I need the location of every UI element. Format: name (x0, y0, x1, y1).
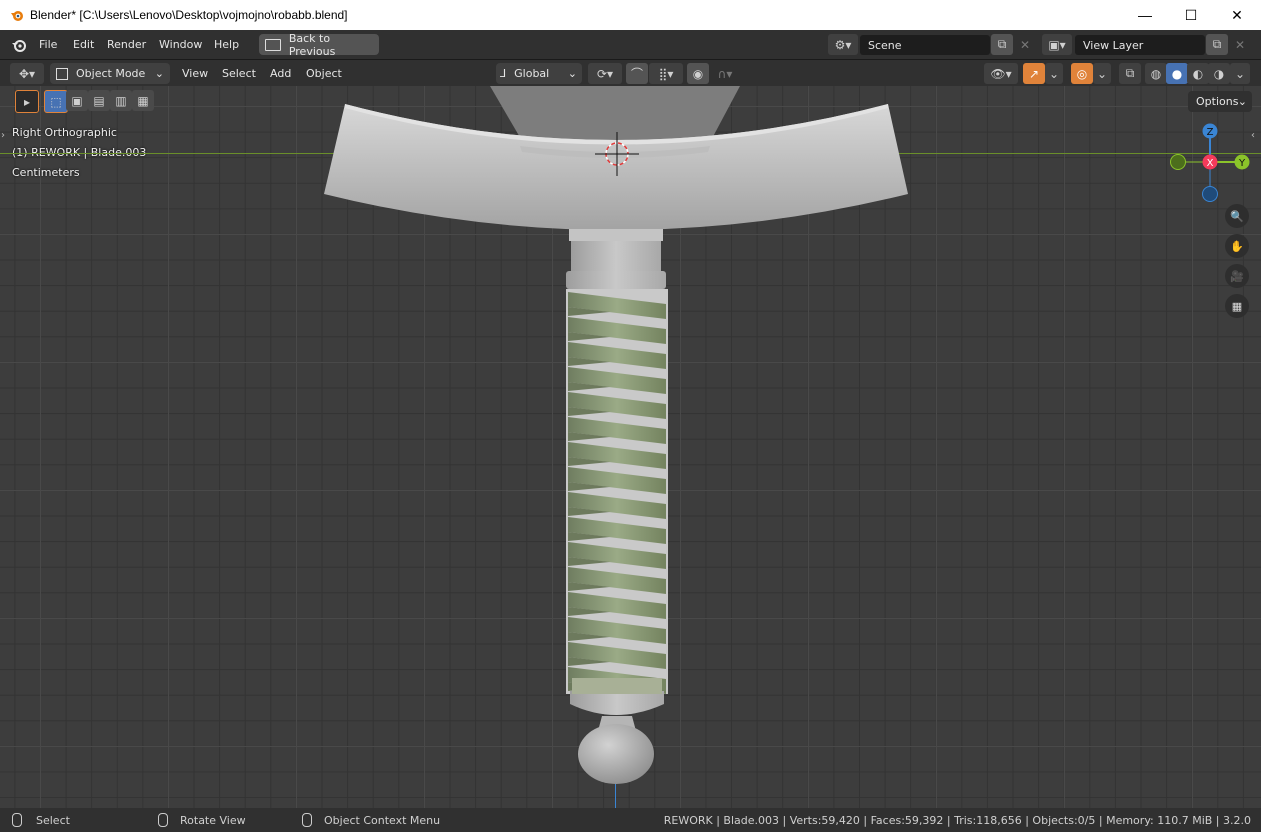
scene-selector-icon[interactable]: ⚙▾ (828, 34, 858, 55)
menu-object[interactable]: Object (306, 67, 342, 80)
overlay-dropdown-icon[interactable]: ⌄ (1093, 63, 1111, 84)
orientation-label: Global (514, 67, 550, 80)
object-mode-icon (56, 67, 68, 80)
blender-logo-icon (11, 11, 23, 21)
scene-stats: REWORK | Blade.003 | Verts:59,420 | Face… (663, 814, 1251, 827)
solid-shading-icon[interactable]: ● (1166, 63, 1188, 84)
back-to-previous-label: Back to Previous (288, 31, 336, 58)
camera-view-icon[interactable]: 🎥 (1225, 264, 1249, 288)
proportional-edit-icon[interactable]: ◉ (687, 63, 709, 84)
menu-window[interactable]: Window (159, 38, 202, 51)
mouse-right-icon (302, 813, 312, 827)
navigation-gizmo[interactable]: Z Y X (1165, 116, 1255, 206)
menu-help[interactable]: Help (214, 38, 239, 51)
scene-name-field[interactable]: Scene (860, 35, 990, 55)
3d-viewport[interactable]: ▸ ⬚ ▣ ▤ ▥ ▦ Right Orthographic (1) REWOR… (0, 86, 1261, 808)
visibility-icon[interactable]: 👁▾ (984, 63, 1018, 84)
menu-view[interactable]: View (182, 67, 208, 80)
falloff-icon[interactable]: ∩▾ (710, 63, 740, 84)
delete-view-layer-icon[interactable]: ✕ (1229, 34, 1251, 55)
mouse-left-icon (12, 813, 22, 827)
snap-toggle-icon[interactable]: ⌒ (626, 63, 648, 84)
mode-label: Object Mode (76, 67, 146, 80)
chevron-down-icon: ⌄ (154, 67, 164, 80)
new-view-layer-icon[interactable]: ⧉ (1206, 34, 1228, 55)
overlay-toggle-icon[interactable]: ◎ (1071, 63, 1093, 84)
zoom-icon[interactable]: 🔍 (1225, 204, 1249, 228)
status-select-label: Select (36, 814, 70, 827)
xray-toggle-icon[interactable]: ⧉ (1119, 63, 1141, 84)
view-layer-selector-icon[interactable]: ▣▾ (1042, 34, 1072, 55)
blender-menu-icon[interactable] (11, 37, 27, 53)
material-preview-icon[interactable]: ◐ (1187, 63, 1209, 84)
status-bar: Select Rotate View Object Context Menu R… (0, 808, 1261, 832)
gizmo-y-label: Y (1238, 158, 1246, 169)
status-rotate-label: Rotate View (180, 814, 246, 827)
gizmo-dropdown-icon[interactable]: ⌄ (1045, 63, 1063, 84)
rendered-shading-icon[interactable]: ◑ (1208, 63, 1230, 84)
orientation-icon: ⅃ (500, 67, 507, 80)
new-scene-icon[interactable]: ⧉ (991, 34, 1013, 55)
mode-dropdown[interactable]: Object Mode ⌄ (50, 63, 170, 84)
viewport-header: ✥▾ Object Mode ⌄ View Select Add Object … (0, 60, 1261, 86)
status-context-label: Object Context Menu (324, 814, 441, 827)
menu-add[interactable]: Add (270, 67, 291, 80)
view-layer-field[interactable]: View Layer (1075, 35, 1205, 55)
close-button[interactable]: ✕ (1214, 0, 1260, 30)
menu-file[interactable]: File (39, 38, 57, 51)
window-titlebar: Blender* [C:\Users\Lenovo\Desktop\vojmoj… (0, 0, 1261, 30)
gizmo-x-label: X (1207, 158, 1214, 169)
gizmo-z-label: Z (1207, 127, 1214, 138)
right-panel-toggle-icon[interactable]: ‹ (1251, 130, 1255, 141)
top-menu-bar: File Edit Render Window Help Back to Pre… (0, 30, 1261, 60)
chevron-down-icon: ⌄ (567, 67, 577, 80)
snap-target-icon[interactable]: ⣿▾ (649, 63, 683, 84)
menu-select[interactable]: Select (222, 67, 256, 80)
maximize-button[interactable]: ☐ (1168, 0, 1214, 30)
window-title: Blender* [C:\Users\Lenovo\Desktop\vojmoj… (30, 8, 348, 22)
sword-model[interactable] (0, 86, 1261, 808)
wireframe-shading-icon[interactable]: ◍ (1145, 63, 1167, 84)
ortho-grid-icon[interactable]: ▦ (1225, 294, 1249, 318)
delete-scene-icon[interactable]: ✕ (1014, 34, 1036, 55)
menu-edit[interactable]: Edit (73, 38, 94, 51)
pivot-point-icon[interactable]: ⟳▾ (588, 63, 622, 84)
pan-hand-icon[interactable]: ✋ (1225, 234, 1249, 258)
minimize-button[interactable]: — (1122, 0, 1168, 30)
transform-orientation-dropdown[interactable]: ⅃ Global ⌄ (496, 63, 582, 84)
gizmo-toggle-icon[interactable]: ↗ (1023, 63, 1045, 84)
left-panel-toggle-icon[interactable]: › (1, 130, 5, 141)
mouse-middle-icon (158, 813, 168, 827)
menu-render[interactable]: Render (107, 38, 146, 51)
screen-icon (265, 38, 281, 51)
back-to-previous-button[interactable]: Back to Previous (259, 31, 379, 58)
editor-type-icon[interactable]: ✥▾ (10, 63, 44, 84)
shading-dropdown-icon[interactable]: ⌄ (1230, 63, 1250, 84)
